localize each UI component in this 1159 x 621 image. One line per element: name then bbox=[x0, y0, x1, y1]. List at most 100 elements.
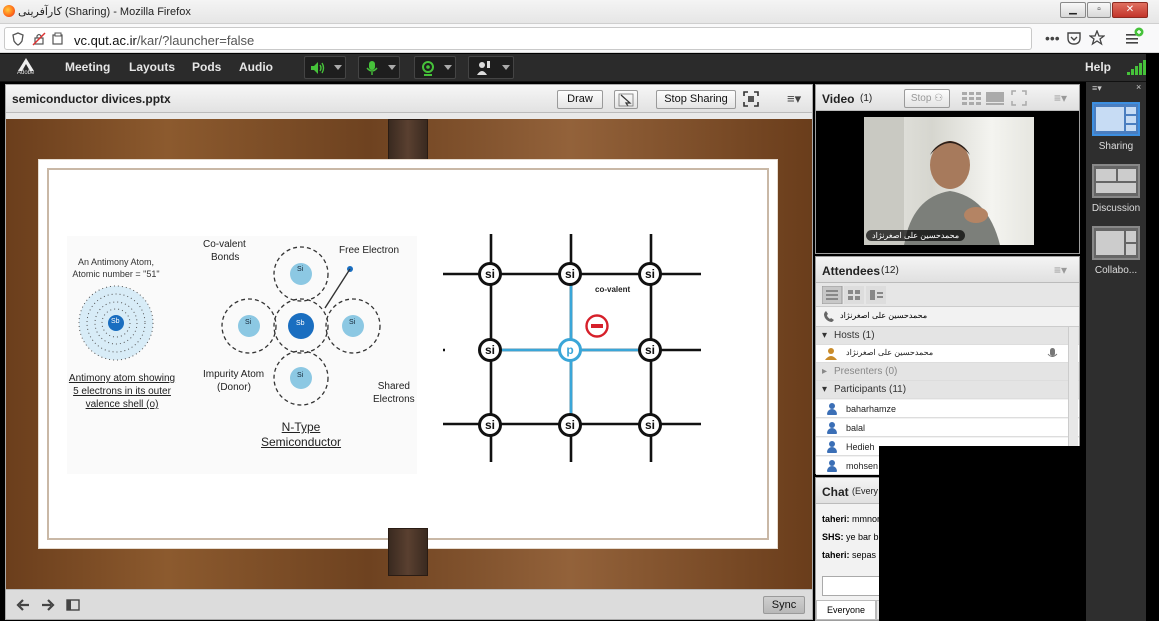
attendees-view-toolbar bbox=[816, 283, 1079, 307]
lattice-si-atom: si bbox=[638, 338, 662, 362]
view-mode-icons[interactable] bbox=[822, 286, 888, 304]
slide-image-left: An Antimony Atom, Atomic number = "51" S… bbox=[67, 236, 417, 474]
close-window-button[interactable]: ✕ bbox=[1112, 2, 1148, 18]
speaker-dropdown[interactable] bbox=[304, 56, 346, 79]
insecure-lock-icon[interactable] bbox=[32, 32, 46, 46]
attendees-options-icon[interactable]: ≡▾ bbox=[1054, 263, 1067, 277]
restore-button[interactable]: ▫ bbox=[1087, 2, 1111, 18]
lattice-si-atom: si bbox=[638, 262, 662, 286]
microphone-dropdown[interactable] bbox=[358, 56, 400, 79]
single-view-icon[interactable] bbox=[985, 90, 1005, 106]
draw-button[interactable]: Draw bbox=[557, 90, 603, 109]
adobe-logo: Adobe bbox=[12, 56, 40, 80]
bookmark-star-icon[interactable] bbox=[1089, 30, 1105, 46]
chat-scope: (Every bbox=[852, 486, 879, 496]
page-icon[interactable] bbox=[52, 32, 64, 46]
shield-icon bbox=[12, 32, 24, 46]
video-count: (1) bbox=[860, 93, 873, 104]
share-pod-header: semiconductor divices.pptx Draw Stop Sha… bbox=[6, 85, 812, 113]
video-options-icon[interactable]: ≡▾ bbox=[1054, 91, 1067, 105]
previous-arrow-icon[interactable] bbox=[16, 599, 30, 611]
user-icon bbox=[826, 403, 837, 415]
participants-section-header[interactable]: ▾ Participants (11) bbox=[816, 381, 1079, 399]
antimony-caption-line2: 5 electrons in its outer bbox=[73, 386, 171, 397]
ntype-structure-diagram bbox=[221, 246, 381, 406]
shared-file-title: semiconductor divices.pptx bbox=[12, 92, 171, 106]
layout-sharing-label[interactable]: Sharing bbox=[1086, 141, 1146, 152]
participant-name: Hedieh bbox=[846, 442, 875, 452]
page-actions-icon[interactable]: ••• bbox=[1045, 30, 1060, 46]
lattice-si-atom: si bbox=[478, 338, 502, 362]
antimony-title: An Antimony Atom, Atomic number = "51" bbox=[69, 256, 163, 280]
layout-collaboration-thumb[interactable] bbox=[1092, 226, 1140, 260]
layout-discussion-thumb[interactable] bbox=[1092, 164, 1140, 198]
host-row[interactable]: محمدحسین علی اصغرنژاد bbox=[816, 345, 1079, 363]
sb-core-label: Sb bbox=[111, 318, 120, 325]
layout-sharing-thumb[interactable] bbox=[1092, 102, 1140, 136]
url-text: vc.qut.ac.ir/kar/?launcher=false bbox=[74, 33, 254, 48]
si-label-left: Si bbox=[245, 319, 252, 326]
video-fullscreen-icon[interactable] bbox=[1011, 90, 1027, 106]
layout-collaboration-label[interactable]: Collabo... bbox=[1086, 265, 1146, 276]
pointer-tool-button[interactable] bbox=[614, 90, 638, 109]
chat-text: mmnon bbox=[852, 514, 883, 524]
stop-video-button[interactable]: Stop ⚇ bbox=[904, 89, 950, 108]
covalent-bonds-line1: Co-valent bbox=[203, 239, 246, 250]
antimony-caption-line3: valence shell (o) bbox=[85, 399, 159, 410]
minimize-button[interactable]: ▁ bbox=[1060, 2, 1086, 18]
pod-options-menu-icon[interactable]: ≡▾ bbox=[787, 91, 801, 107]
lattice-atoms-layer bbox=[0, 0, 1, 1]
sync-button[interactable]: Sync bbox=[763, 596, 805, 614]
fullscreen-icon[interactable] bbox=[743, 91, 759, 107]
chat-text: sepas bbox=[852, 550, 877, 560]
layout-discussion-label[interactable]: Discussion bbox=[1086, 203, 1146, 214]
lattice-si-atom: si bbox=[638, 413, 662, 437]
attendees-title: Attendees bbox=[822, 264, 881, 278]
tab-everyone[interactable]: Everyone bbox=[816, 600, 876, 620]
webcam-icon bbox=[422, 61, 434, 76]
chat-user: taheri: bbox=[822, 514, 850, 524]
microphone-icon bbox=[366, 61, 378, 75]
presenters-section-header[interactable]: ▸ Presenters (0) bbox=[816, 363, 1079, 381]
stop-video-label: Stop bbox=[910, 93, 932, 104]
url-domain: vc.qut.ac.ir bbox=[74, 33, 137, 48]
sidebar-toggle-icon[interactable] bbox=[66, 599, 80, 611]
hosts-section-header[interactable]: ▾ Hosts (1) bbox=[816, 327, 1079, 345]
share-pod: semiconductor divices.pptx Draw Stop Sha… bbox=[5, 84, 813, 620]
chat-title: Chat bbox=[822, 485, 849, 499]
sb-label-center: Sb bbox=[296, 320, 305, 327]
layouts-bar: ≡▾ × Sharing Discussion Collabo... bbox=[1086, 82, 1146, 621]
layout-collaboration-icon bbox=[1096, 231, 1136, 255]
menu-pods[interactable]: Pods bbox=[192, 60, 221, 74]
covalent-bonds-label: Co-valent Bonds bbox=[203, 238, 246, 264]
stop-sharing-button[interactable]: Stop Sharing bbox=[656, 90, 736, 109]
antimony-caption-line1: Antimony atom showing bbox=[68, 373, 176, 384]
impurity-atom-line1: Impurity Atom bbox=[203, 369, 265, 380]
url-field[interactable]: vc.qut.ac.ir/kar/?launcher=false ••• bbox=[4, 27, 1060, 50]
layout-sharing-icon bbox=[1096, 107, 1136, 131]
pocket-icon[interactable] bbox=[1066, 30, 1082, 46]
participant-row[interactable]: balal bbox=[816, 419, 1079, 437]
my-status-row[interactable]: محمدحسین علی اصغرنژاد bbox=[816, 307, 1079, 327]
menu-meeting[interactable]: Meeting bbox=[65, 60, 110, 74]
menu-audio[interactable]: Audio bbox=[239, 60, 273, 74]
shared-content-area[interactable]: An Antimony Atom, Atomic number = "51" S… bbox=[6, 119, 812, 589]
chat-user: taheri: bbox=[822, 550, 850, 560]
ntype-title-line2: Semiconductor bbox=[261, 435, 342, 449]
user-icon bbox=[826, 460, 837, 472]
layouts-options-icon[interactable]: ≡▾ bbox=[1092, 83, 1102, 94]
impurity-atom-label: Impurity Atom (Donor) bbox=[203, 368, 264, 394]
ntype-title-line1: N-Type bbox=[281, 420, 321, 434]
hamburger-menu-icon[interactable] bbox=[1124, 27, 1144, 47]
my-name: محمدحسین علی اصغرنژاد bbox=[840, 311, 928, 320]
webcam-dropdown[interactable] bbox=[414, 56, 456, 79]
menu-help[interactable]: Help bbox=[1085, 60, 1111, 74]
layouts-close-icon[interactable]: × bbox=[1136, 82, 1141, 92]
participant-row[interactable]: baharhamze bbox=[816, 400, 1079, 418]
grid-view-icon[interactable] bbox=[961, 90, 983, 106]
menu-layouts[interactable]: Layouts bbox=[129, 60, 175, 74]
impurity-atom-line2: (Donor) bbox=[217, 382, 251, 393]
next-arrow-icon[interactable] bbox=[41, 599, 55, 611]
raise-hand-dropdown[interactable] bbox=[468, 56, 514, 79]
attendees-pod: Attendees (12) ≡▾ محمدحسین علی اصغرنژاد … bbox=[815, 256, 1080, 475]
